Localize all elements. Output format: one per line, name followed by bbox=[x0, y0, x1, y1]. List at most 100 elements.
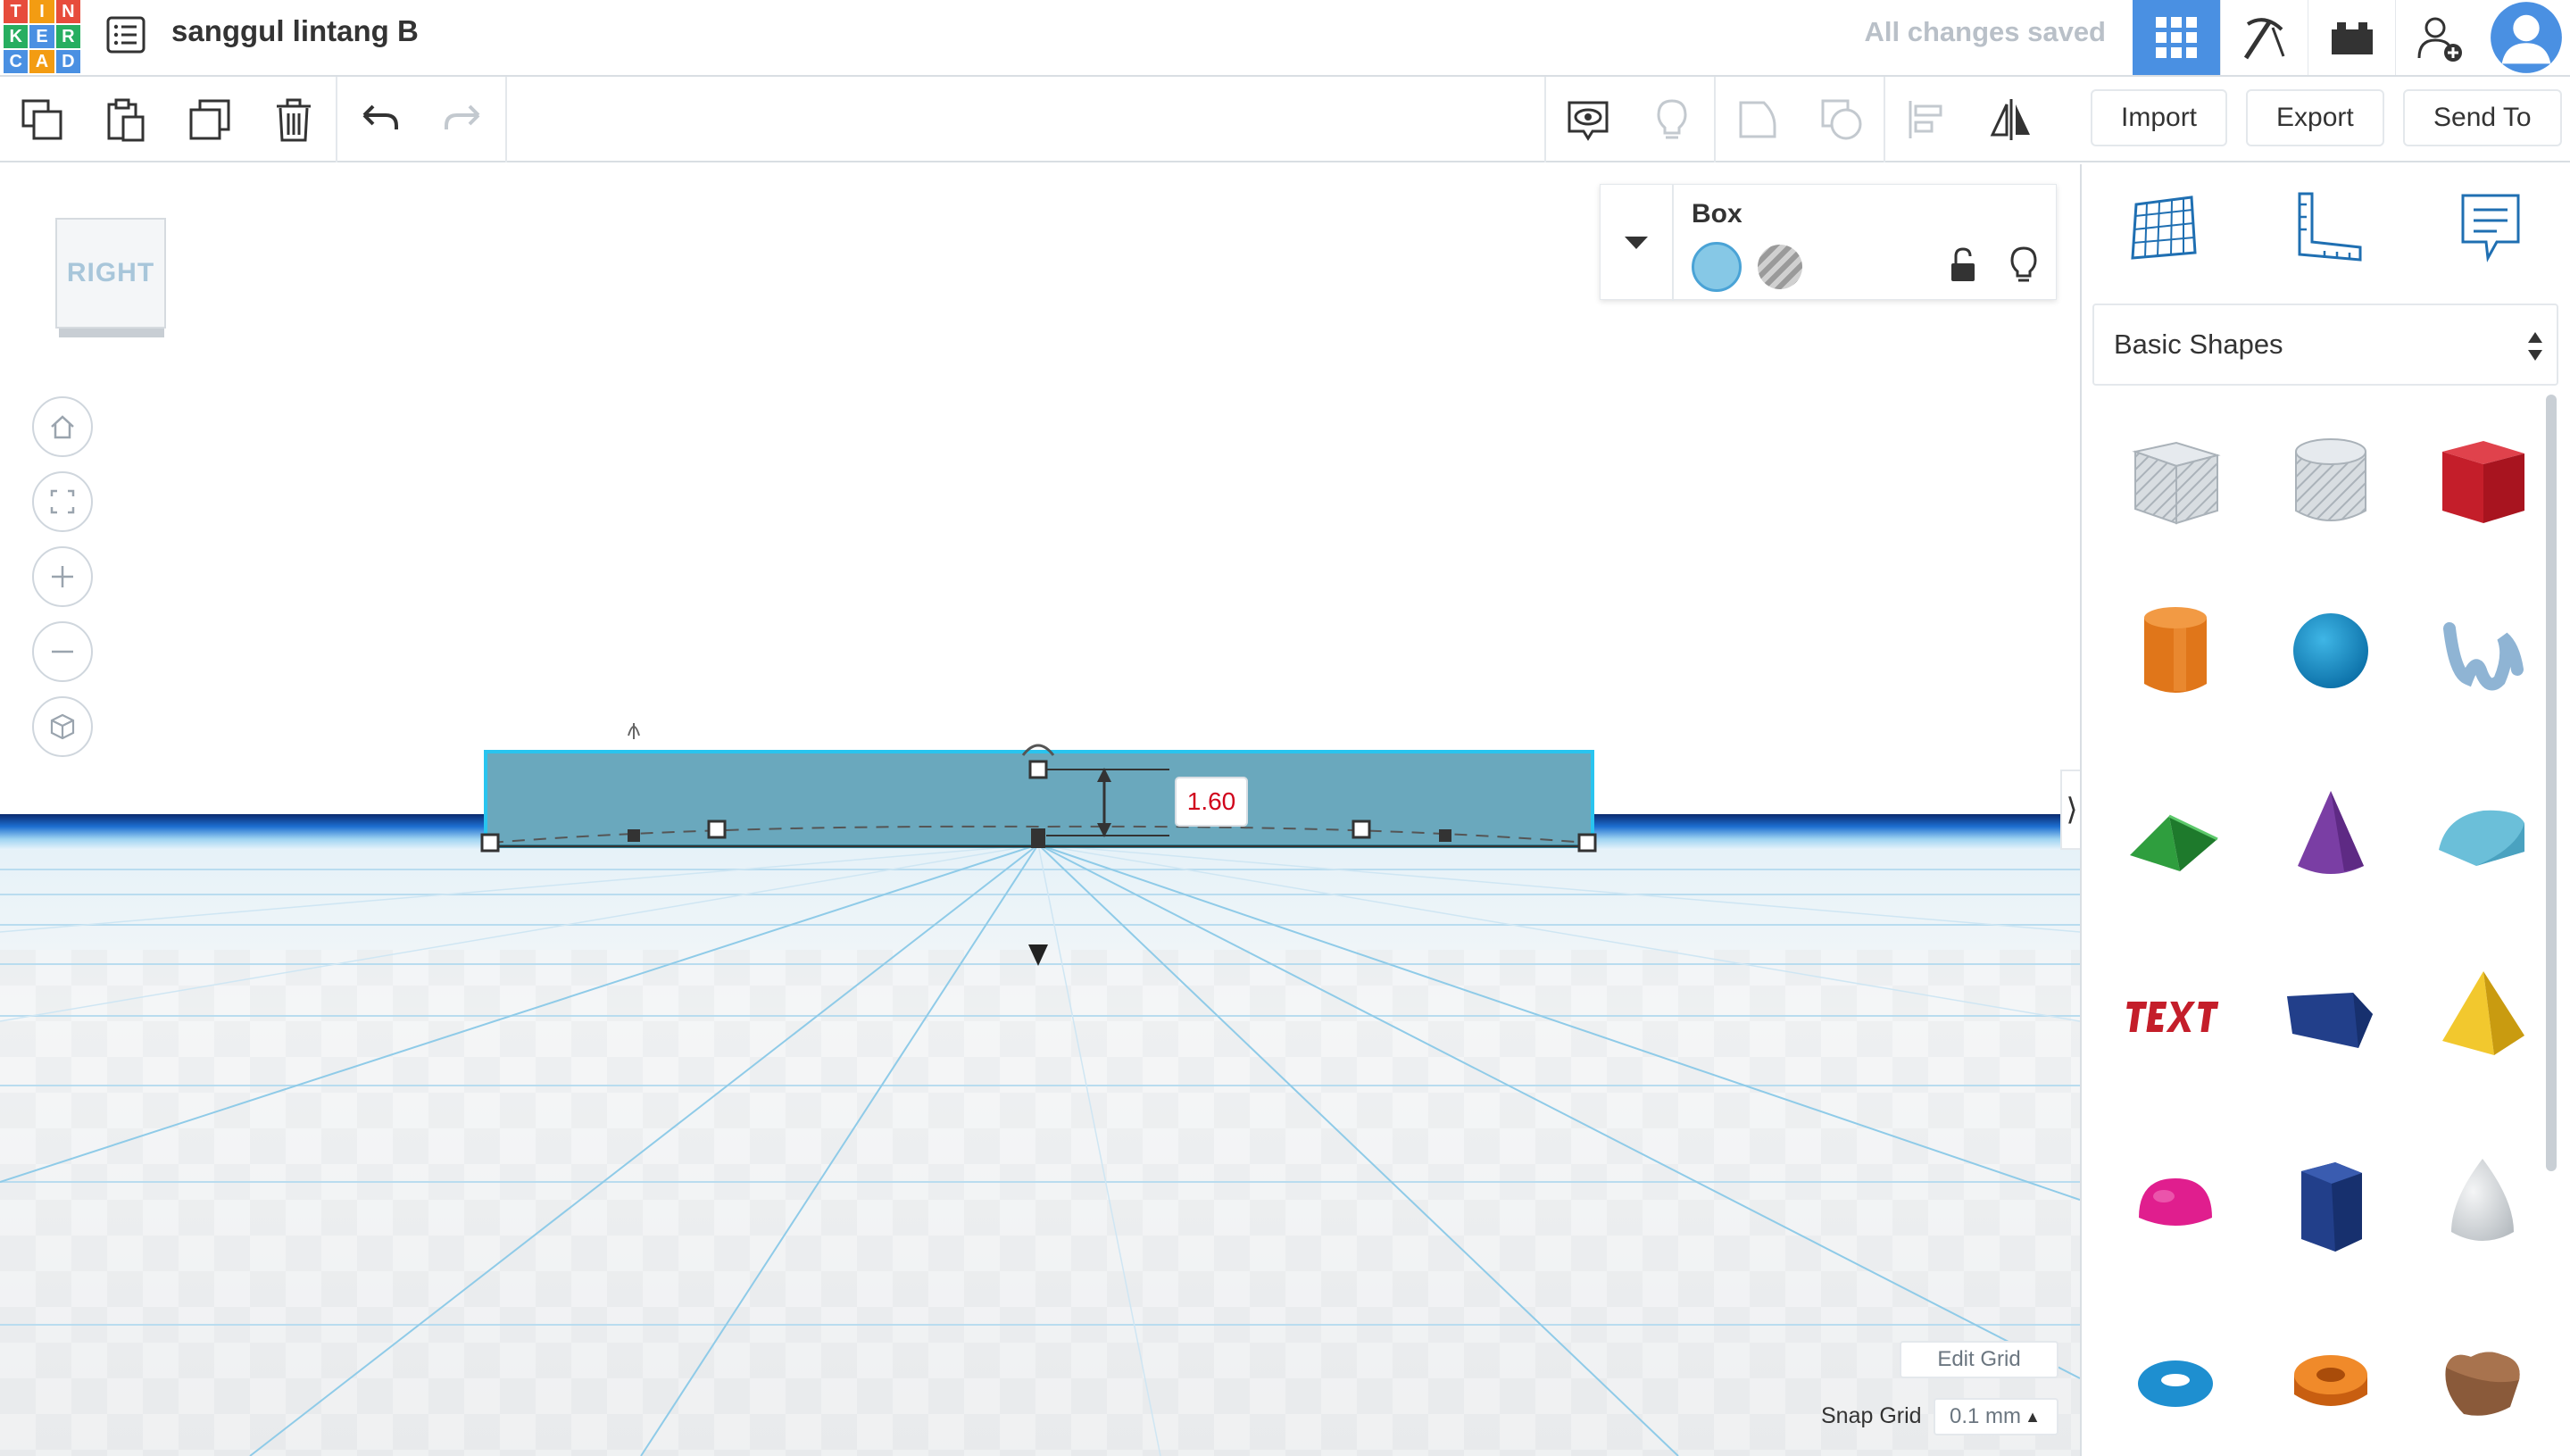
3d-design-view-button[interactable] bbox=[2133, 0, 2220, 75]
shape-box-hole[interactable] bbox=[2108, 414, 2242, 548]
shape-roof[interactable] bbox=[2108, 768, 2242, 902]
shape-sphere[interactable] bbox=[2264, 584, 2398, 718]
solid-color-swatch[interactable] bbox=[1692, 242, 1742, 292]
corner-handle[interactable] bbox=[1577, 833, 1597, 853]
inspector-collapse-button[interactable] bbox=[1601, 185, 1674, 301]
shape-tube[interactable] bbox=[2264, 1316, 2398, 1450]
designs-list-button[interactable] bbox=[104, 12, 148, 57]
shape-paraboloid[interactable] bbox=[2416, 1137, 2549, 1271]
workplane-tool-button[interactable] bbox=[2082, 164, 2245, 289]
shape-scribble[interactable] bbox=[2416, 584, 2549, 718]
shapes-scrollbar[interactable] bbox=[2546, 395, 2557, 1171]
snap-grid-select[interactable]: 0.1 mm ▲ bbox=[1934, 1398, 2058, 1435]
cylinder-icon bbox=[2144, 607, 2207, 693]
chevron-right-icon: ⟩ bbox=[2066, 793, 2078, 827]
corner-handle[interactable] bbox=[480, 833, 500, 853]
shape-pyramid[interactable] bbox=[2416, 950, 2549, 1084]
view-cube[interactable]: RIGHT bbox=[55, 218, 168, 339]
hole-swatch[interactable] bbox=[1758, 245, 1802, 289]
notes-tool-button[interactable] bbox=[2408, 164, 2570, 289]
updown-caret-icon bbox=[2528, 332, 2542, 361]
fit-view-button[interactable] bbox=[32, 471, 93, 532]
cone-icon bbox=[2298, 791, 2364, 874]
lightbulb-icon[interactable] bbox=[2002, 244, 2045, 287]
tinkercad-logo[interactable]: T I N K E R C A D bbox=[4, 0, 80, 73]
redo-button[interactable] bbox=[421, 78, 505, 162]
box-icon bbox=[2442, 441, 2524, 523]
group-button[interactable] bbox=[1716, 78, 1800, 162]
bricks-icon bbox=[2331, 22, 2373, 54]
ruler-tool-button[interactable] bbox=[2245, 164, 2408, 289]
invite-collaborator-button[interactable] bbox=[2395, 0, 2483, 75]
edit-grid-button[interactable]: Edit Grid bbox=[1900, 1341, 2058, 1378]
shape-library-select[interactable]: Basic Shapes bbox=[2092, 304, 2558, 386]
side-handle[interactable] bbox=[1352, 820, 1371, 839]
duplicate-button[interactable] bbox=[168, 78, 252, 162]
ungroup-icon bbox=[1821, 99, 1862, 140]
edit-toolbar: Import Export Send To bbox=[0, 77, 2570, 162]
grid-view-icon bbox=[2156, 17, 2197, 58]
undo-button[interactable] bbox=[337, 78, 421, 162]
height-dimension-input[interactable]: 1.60 bbox=[1175, 777, 1248, 827]
list-icon bbox=[106, 16, 146, 54]
workplane-grid bbox=[0, 723, 2080, 1456]
shape-polygon[interactable] bbox=[2264, 1137, 2398, 1271]
bricks-view-button[interactable] bbox=[2308, 0, 2395, 75]
edge-handle[interactable] bbox=[1439, 829, 1451, 842]
logo-letter: D bbox=[55, 50, 80, 73]
mirror-icon bbox=[1990, 99, 2030, 140]
shape-cylinder[interactable] bbox=[2108, 584, 2242, 718]
perspective-button[interactable] bbox=[32, 696, 93, 757]
redo-icon bbox=[445, 104, 480, 129]
side-handle[interactable] bbox=[707, 820, 727, 839]
send-to-button[interactable]: Send To bbox=[2403, 89, 2562, 146]
align-button[interactable] bbox=[1885, 78, 1969, 162]
top-bar: T I N K E R C A D sanggul lintang B All … bbox=[0, 0, 2570, 77]
avatar[interactable] bbox=[2483, 0, 2570, 75]
view-cube-face[interactable]: RIGHT bbox=[55, 218, 166, 329]
mirror-button[interactable] bbox=[1969, 78, 2053, 162]
blocks-view-button[interactable] bbox=[2220, 0, 2308, 75]
document-title[interactable]: sanggul lintang B bbox=[171, 14, 419, 48]
shape-text[interactable] bbox=[2108, 950, 2242, 1084]
zoom-out-button[interactable] bbox=[32, 621, 93, 682]
shape-half-sphere[interactable] bbox=[2108, 1137, 2242, 1271]
caret-up-icon: ▲ bbox=[2025, 1408, 2041, 1426]
workplane-icon bbox=[2130, 196, 2197, 260]
snap-grid-label: Snap Grid bbox=[1821, 1403, 1922, 1428]
zoom-in-button[interactable] bbox=[32, 546, 93, 607]
delete-button[interactable] bbox=[252, 78, 336, 162]
caret-down-icon bbox=[1625, 237, 1648, 249]
shape-wedge[interactable] bbox=[2264, 950, 2398, 1084]
shape-library-label: Basic Shapes bbox=[2114, 329, 2283, 360]
workplane[interactable]: RIGHT Box 1.60 ⟩ Edit Grid Snap Grid 0.1… bbox=[0, 164, 2080, 1456]
ungroup-button[interactable] bbox=[1800, 78, 1884, 162]
shape-round-roof[interactable] bbox=[2416, 768, 2549, 902]
half-sphere-icon bbox=[2139, 1178, 2212, 1226]
export-button[interactable]: Export bbox=[2246, 89, 2384, 146]
shape-cone[interactable] bbox=[2264, 768, 2398, 902]
inspector-title: Box bbox=[1692, 199, 1742, 229]
text-3d-icon bbox=[2126, 1002, 2219, 1032]
home-view-button[interactable] bbox=[32, 396, 93, 457]
center-handle[interactable] bbox=[1031, 828, 1045, 848]
unlock-icon[interactable] bbox=[1942, 244, 1984, 287]
notes-button[interactable] bbox=[1546, 78, 1630, 162]
lightbulb-icon bbox=[1657, 99, 1687, 139]
toolbar-divider bbox=[505, 77, 507, 162]
logo-letter: K bbox=[4, 25, 29, 48]
show-all-button[interactable] bbox=[1630, 78, 1714, 162]
edge-handle[interactable] bbox=[628, 829, 640, 842]
logo-letter: R bbox=[55, 25, 80, 48]
undo-icon bbox=[362, 104, 398, 129]
shape-torus[interactable] bbox=[2108, 1316, 2242, 1450]
collapse-panel-button[interactable]: ⟩ bbox=[2060, 770, 2080, 850]
shape-box[interactable] bbox=[2416, 414, 2549, 548]
height-handle[interactable] bbox=[1028, 760, 1048, 779]
import-button[interactable]: Import bbox=[2091, 89, 2228, 146]
shape-cylinder-hole[interactable] bbox=[2264, 414, 2398, 548]
logo-letter: I bbox=[29, 0, 54, 23]
shape-heart[interactable] bbox=[2416, 1316, 2549, 1450]
paste-button[interactable] bbox=[84, 78, 168, 162]
copy-button[interactable] bbox=[0, 78, 84, 162]
